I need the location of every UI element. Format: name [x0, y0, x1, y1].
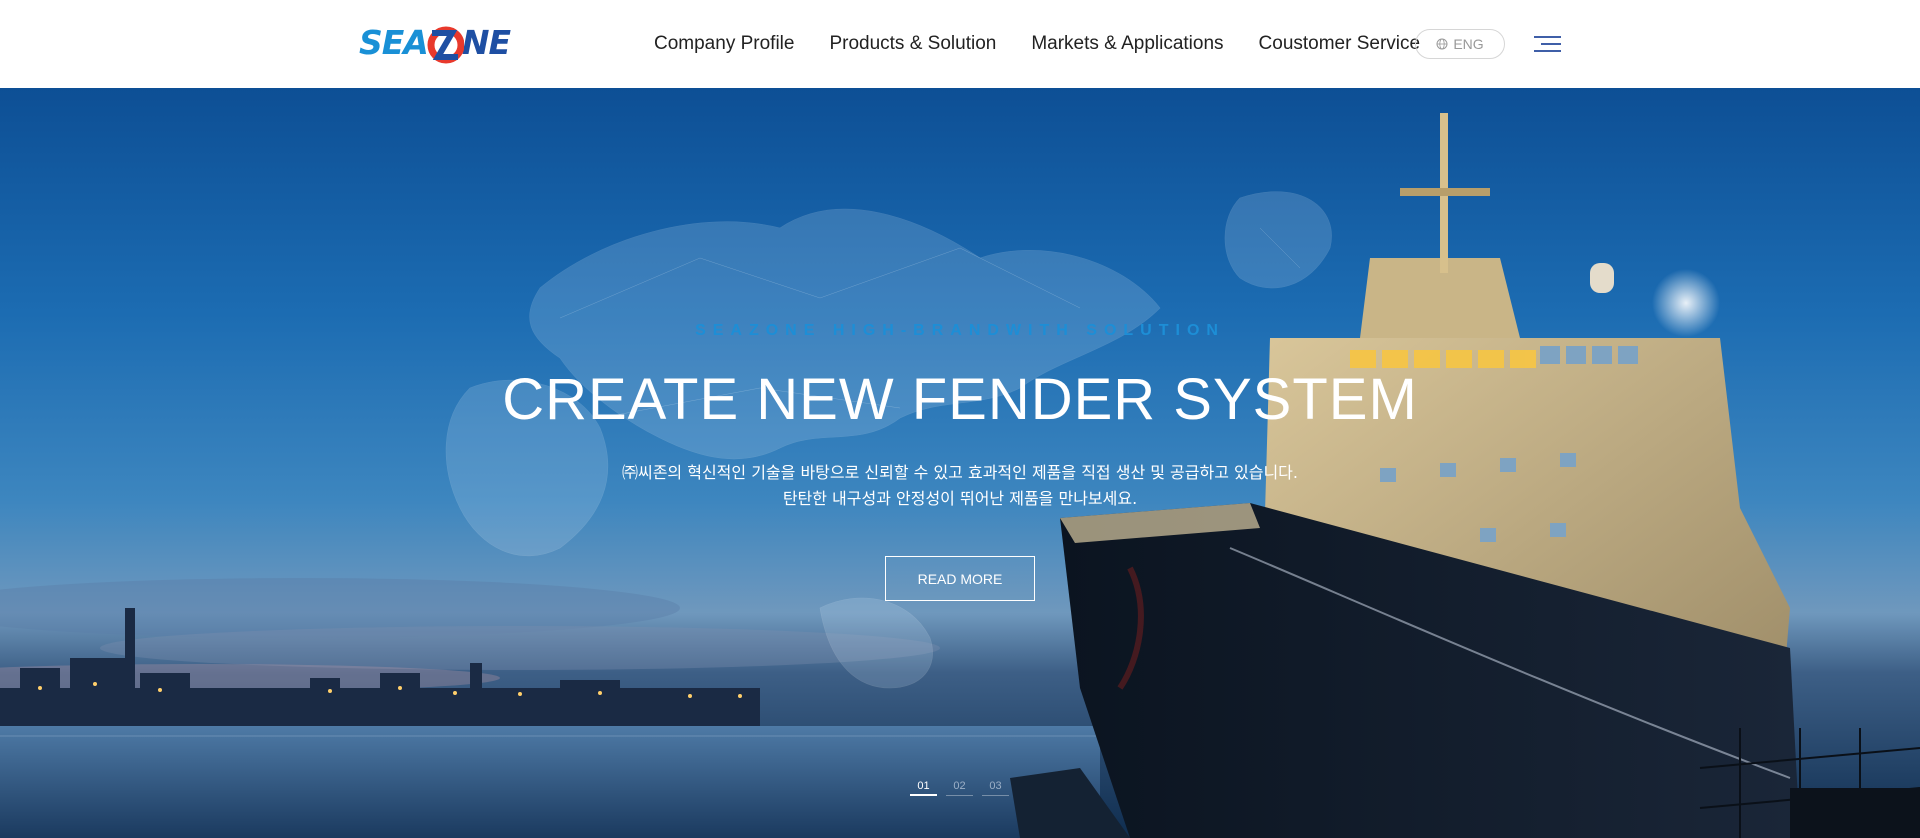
slider-page-1[interactable]: 01 [910, 780, 937, 796]
logo-wordmark: SEA NE [359, 23, 511, 64]
slider-page-2[interactable]: 02 [946, 780, 973, 796]
hamburger-menu-icon[interactable] [1534, 34, 1561, 54]
main-nav: Company Profile Products & Solution Mark… [654, 0, 1455, 88]
nav-item-markets-applications[interactable]: Markets & Applications [1031, 33, 1223, 55]
nav-item-company-profile[interactable]: Company Profile [654, 33, 794, 55]
hero-kicker: SEAZONE HIGH-BRANDWITH SOLUTION [695, 322, 1225, 339]
hero-description-line-1: ㈜씨존의 혁신적인 기술을 바탕으로 신뢰할 수 있고 효과적인 제품을 직접 … [621, 463, 1298, 482]
hero-title: CREATE NEW FENDER SYSTEM [502, 367, 1418, 432]
language-label: ENG [1453, 36, 1484, 52]
nav-item-customer-service[interactable]: Coustomer Service [1259, 33, 1421, 55]
site-header: SEA NE Company Profile Products & Soluti… [0, 0, 1920, 88]
hero-content: SEAZONE HIGH-BRANDWITH SOLUTION CREATE N… [0, 88, 1920, 838]
globe-icon [1436, 38, 1448, 50]
hero-description: ㈜씨존의 혁신적인 기술을 바탕으로 신뢰할 수 있고 효과적인 제품을 직접 … [0, 460, 1920, 512]
menu-line [1541, 43, 1561, 45]
hero-description-line-2: 탄탄한 내구성과 안정성이 뛰어난 제품을 만나보세요. [782, 489, 1138, 508]
menu-line [1534, 36, 1561, 38]
menu-line [1534, 50, 1561, 52]
language-button[interactable]: ENG [1415, 29, 1505, 59]
logo-text-left: SEA [359, 23, 429, 63]
slider-pagination: 01 02 03 [910, 780, 1018, 796]
logo-z-ring-icon [426, 26, 464, 64]
hero-slider: SEAZONE HIGH-BRANDWITH SOLUTION CREATE N… [0, 88, 1920, 838]
slider-page-3[interactable]: 03 [982, 780, 1009, 796]
logo-text-right: NE [461, 23, 511, 63]
seazone-logo[interactable]: SEA NE [359, 23, 543, 64]
nav-item-products-solution[interactable]: Products & Solution [829, 33, 996, 55]
read-more-button[interactable]: READ MORE [885, 556, 1035, 601]
